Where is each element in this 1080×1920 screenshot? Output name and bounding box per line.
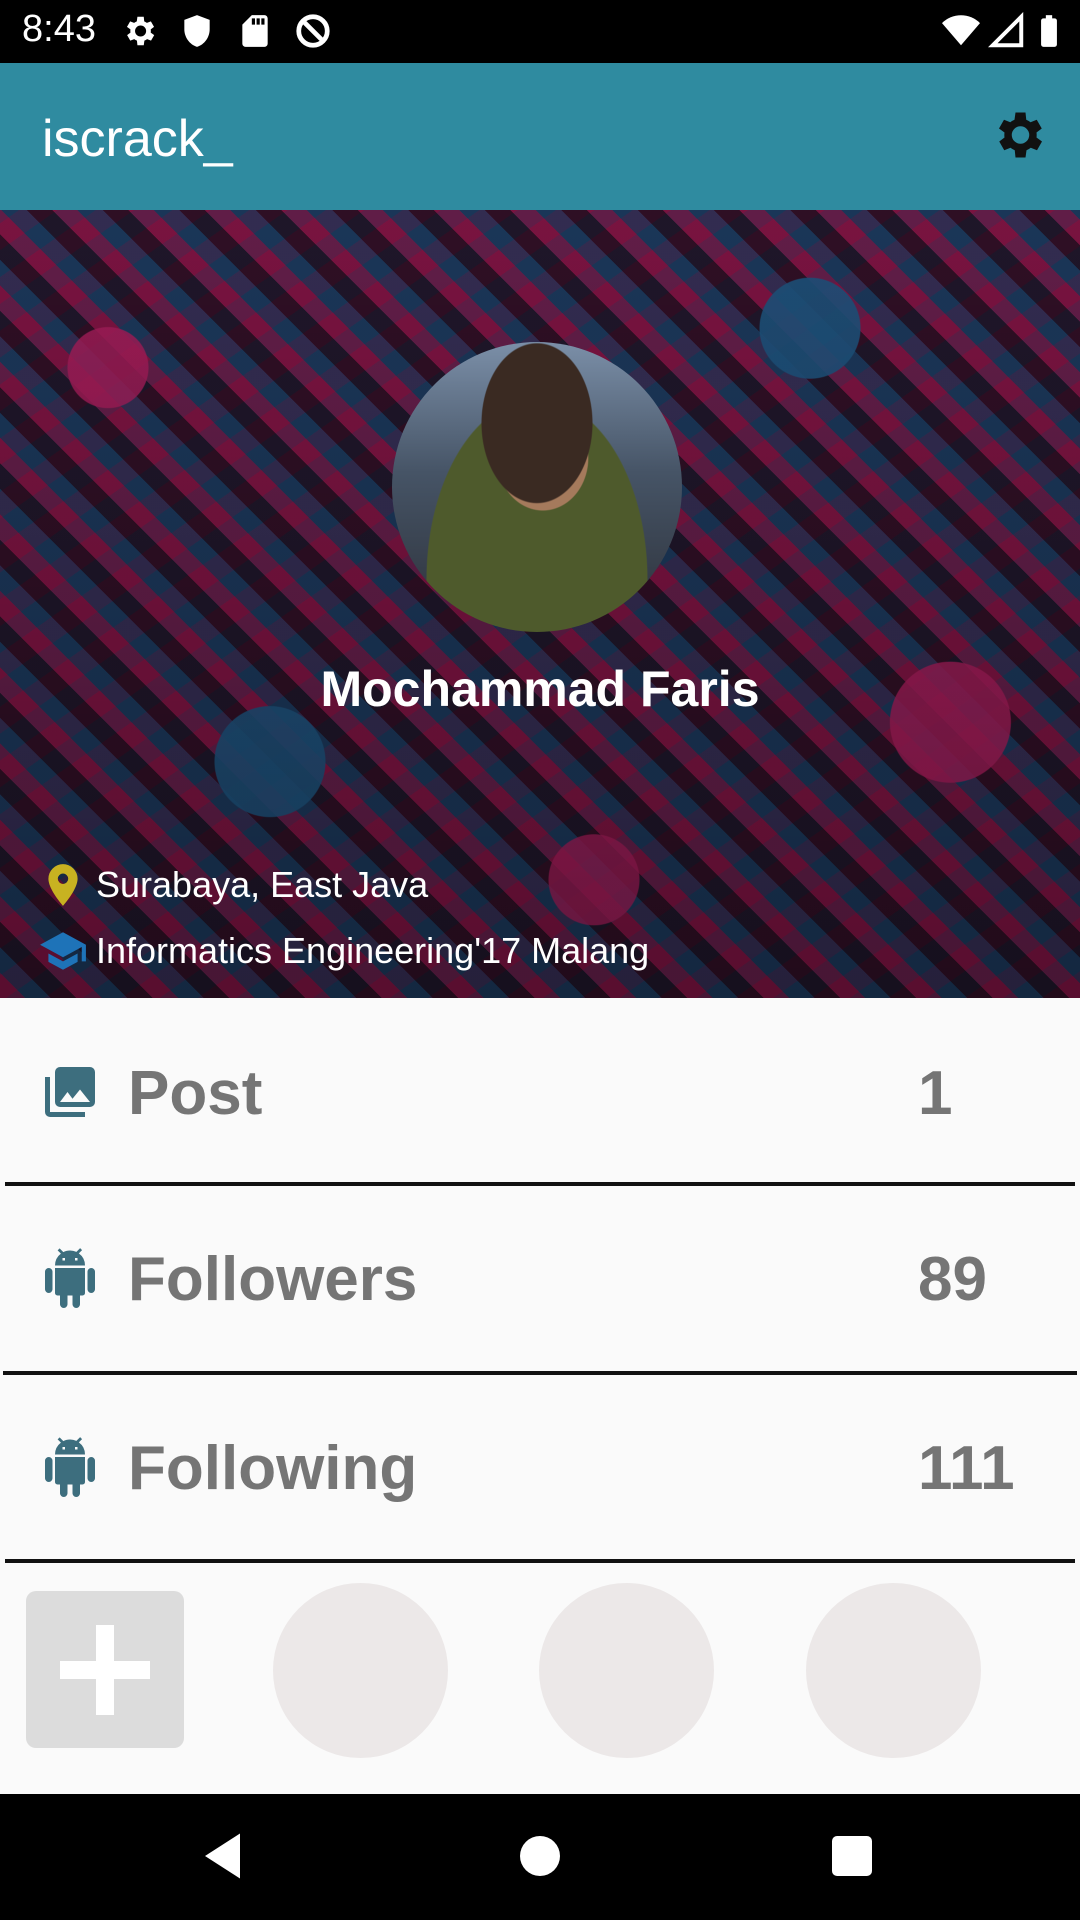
location-row: Surabaya, East Java — [38, 858, 428, 912]
stat-label-followers: Followers — [128, 1245, 418, 1314]
add-post-button[interactable] — [26, 1591, 184, 1748]
location-pin-icon — [48, 864, 78, 906]
stat-row-post[interactable]: Post 1 — [0, 998, 1080, 1186]
signal-icon — [988, 12, 1024, 48]
app-bar: iscrack_ — [0, 63, 1080, 210]
app-title: iscrack_ — [42, 110, 233, 168]
android-icon — [45, 1248, 95, 1308]
profile-name: Mochammad Faris — [320, 661, 760, 717]
stat-label-following: Following — [128, 1434, 418, 1503]
post-thumbnail-placeholder[interactable] — [806, 1583, 981, 1758]
navigation-bar — [0, 1794, 1080, 1920]
post-thumbnail-placeholder[interactable] — [273, 1583, 448, 1758]
profile-banner: Mochammad Faris Surabaya, East Java Info… — [0, 210, 1080, 998]
location-text: Surabaya, East Java — [96, 864, 429, 905]
stat-row-following[interactable]: Following 111 — [0, 1375, 1080, 1563]
recents-icon[interactable] — [822, 1826, 882, 1886]
sd-card-icon — [242, 15, 268, 47]
home-icon[interactable] — [510, 1826, 570, 1886]
stat-value-followers: 89 — [918, 1245, 987, 1314]
shield-icon — [184, 15, 210, 47]
stat-label-post: Post — [128, 1059, 263, 1128]
battery-icon — [1041, 15, 1057, 47]
gallery-icon — [45, 1067, 95, 1117]
education-row: Informatics Engineering'17 Malang — [38, 924, 649, 978]
stat-value-following: 111 — [918, 1434, 1015, 1503]
gear-icon — [126, 16, 155, 46]
no-sync-icon — [296, 14, 330, 48]
stat-row-followers[interactable]: Followers 89 — [0, 1186, 1080, 1374]
back-icon[interactable] — [195, 1826, 255, 1886]
graduation-cap-icon — [40, 932, 86, 970]
divider — [5, 1559, 1075, 1563]
post-thumbnail-placeholder[interactable] — [539, 1583, 714, 1758]
avatar[interactable] — [392, 342, 682, 632]
android-icon — [45, 1437, 95, 1497]
settings-button[interactable] — [988, 105, 1048, 165]
education-text: Informatics Engineering'17 Malang — [96, 930, 650, 971]
stat-value-post: 1 — [918, 1059, 953, 1128]
status-time: 8:43 — [22, 8, 96, 50]
status-bar: 8:43 — [0, 0, 1080, 63]
wifi-icon — [942, 15, 980, 46]
